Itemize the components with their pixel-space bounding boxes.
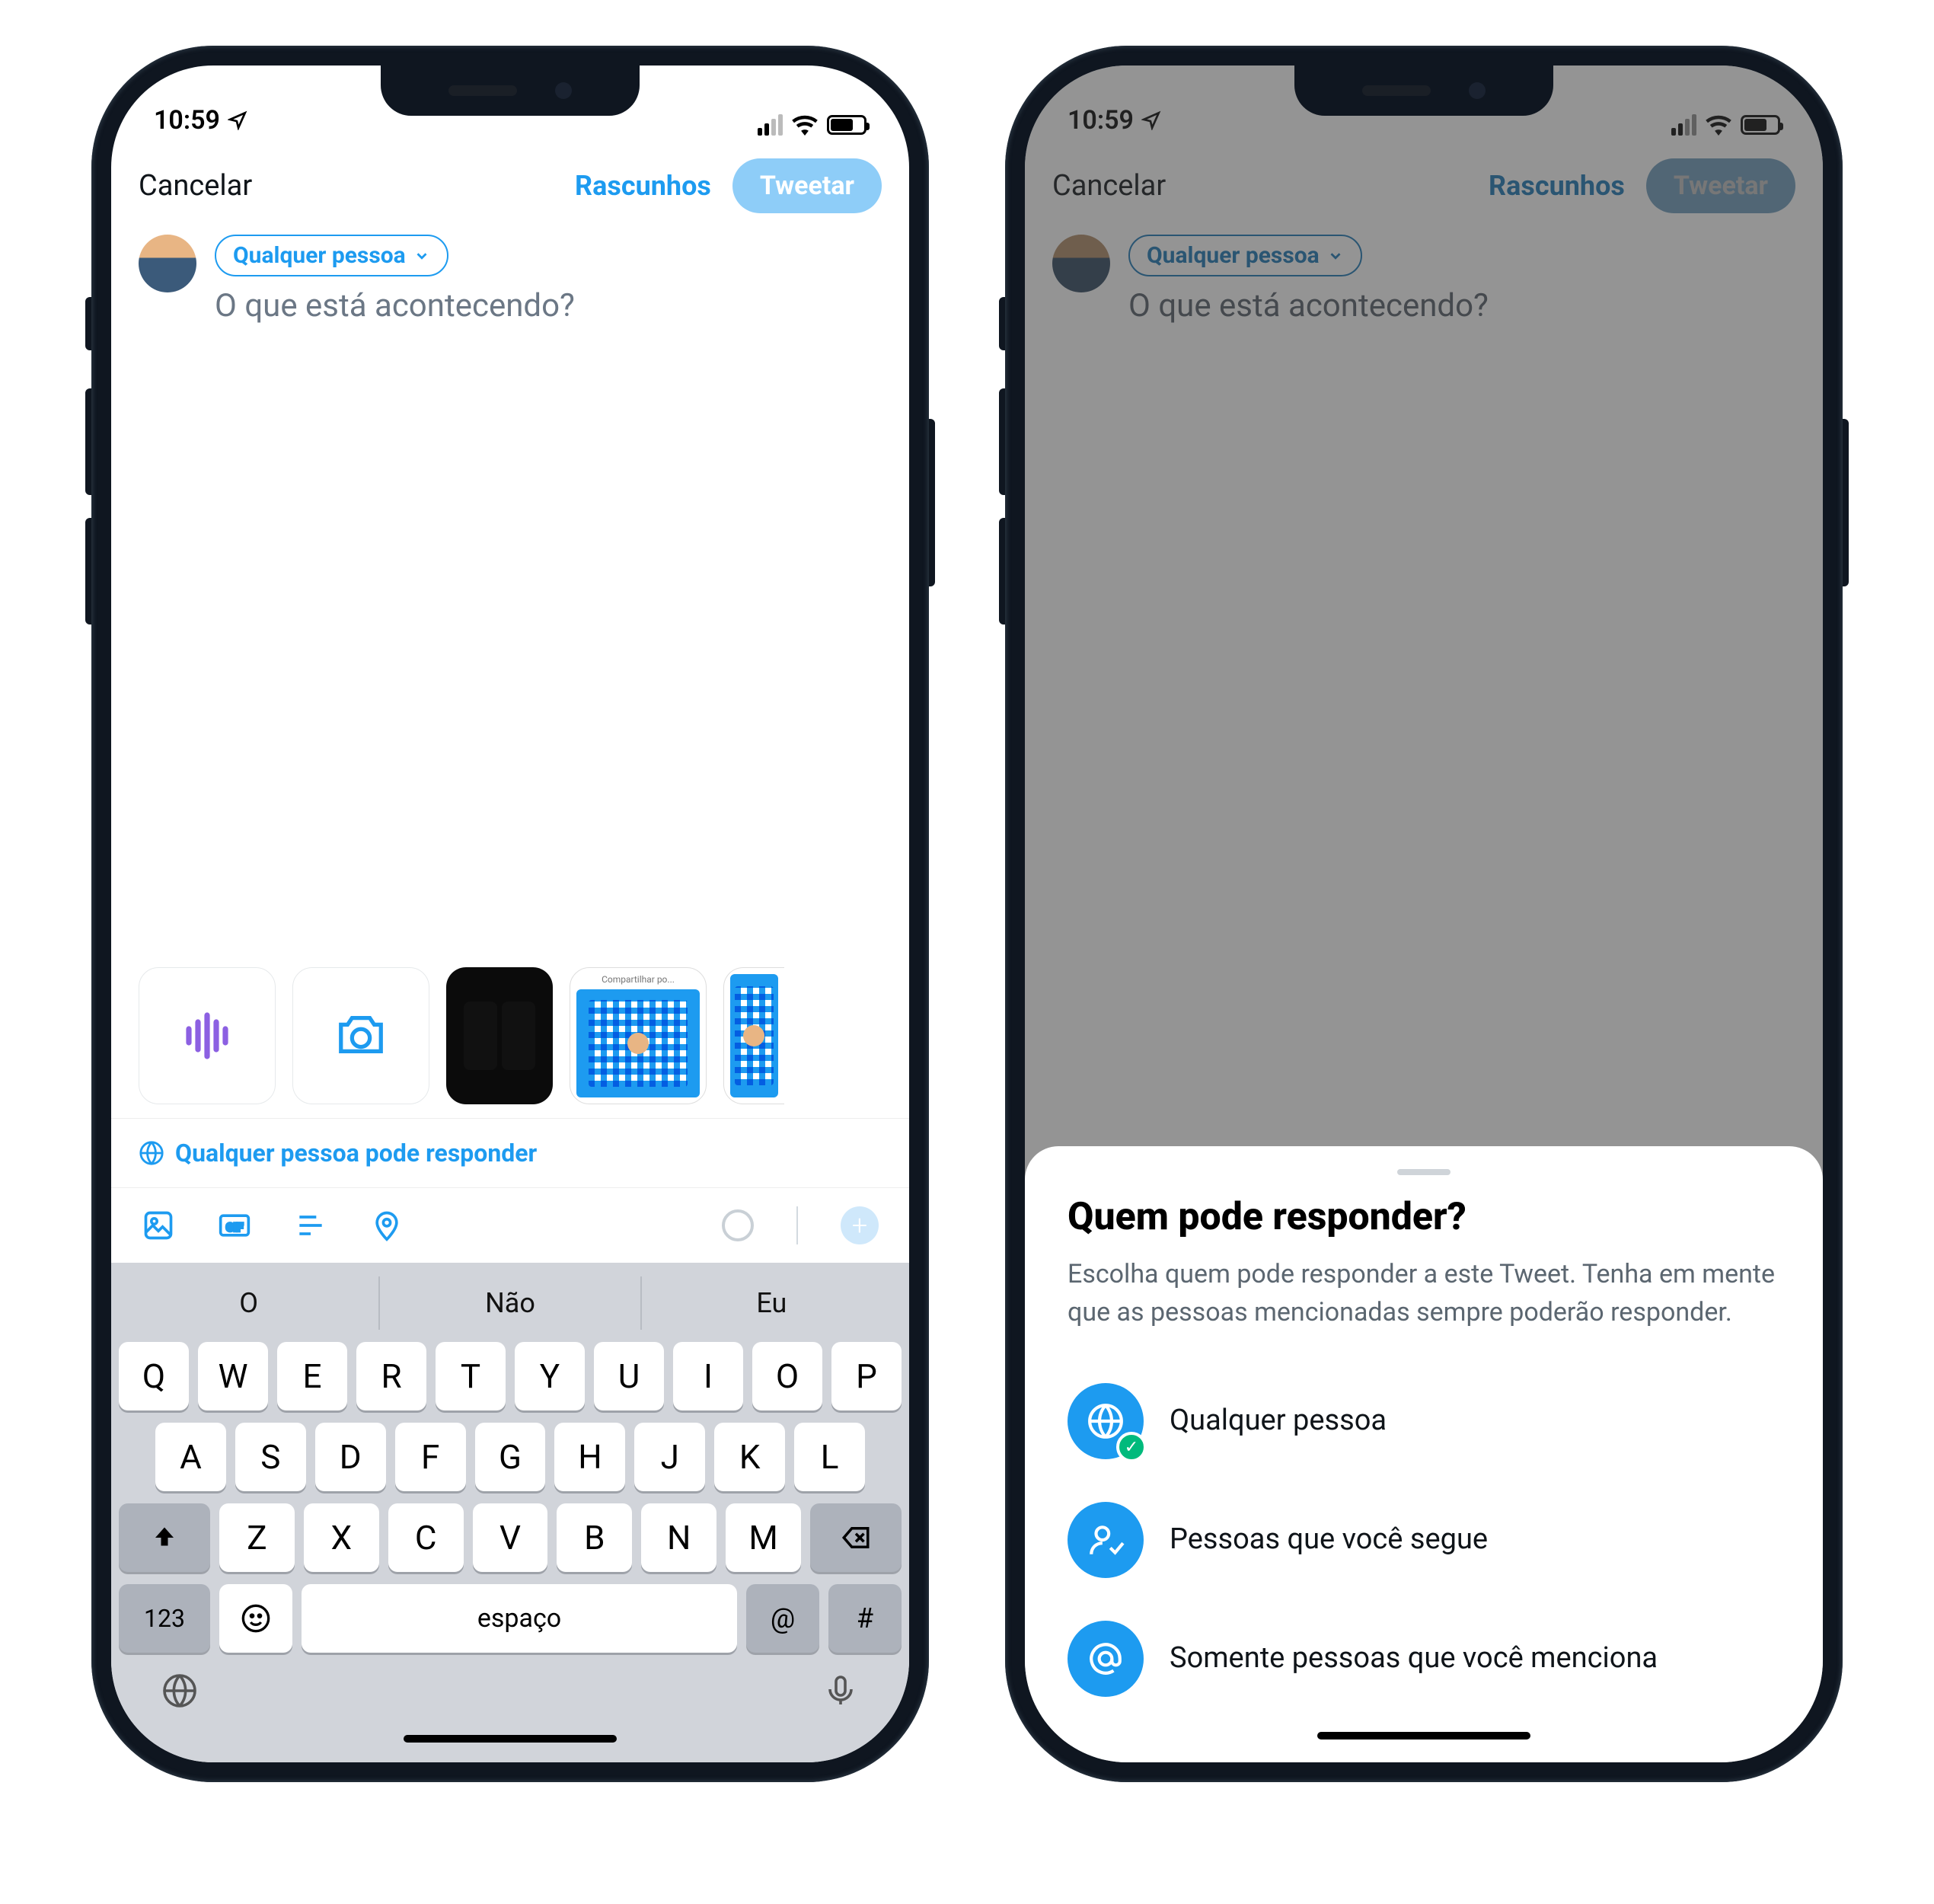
key-s[interactable]: S (235, 1423, 306, 1491)
option-label: Pessoas que você segue (1170, 1521, 1488, 1558)
media-picker: Compartilhar po... (111, 967, 909, 1104)
emoji-key[interactable] (219, 1584, 292, 1653)
at-key[interactable]: @ (746, 1584, 819, 1653)
space-key[interactable]: espaço (302, 1584, 737, 1653)
key-g[interactable]: G (475, 1423, 546, 1491)
wifi-icon (792, 114, 818, 136)
keyboard[interactable]: O Não Eu QWERTYUIOP ASDFGHJKL ZXCVBNM 12… (111, 1263, 909, 1762)
key-l[interactable]: L (794, 1423, 865, 1491)
key-f[interactable]: F (395, 1423, 466, 1491)
avatar[interactable] (139, 235, 196, 292)
key-b[interactable]: B (557, 1503, 632, 1572)
key-y[interactable]: Y (515, 1342, 585, 1410)
reply-option-mentioned[interactable]: Somente pessoas que você menciona (1068, 1599, 1780, 1718)
gif-icon[interactable]: GIF (218, 1209, 251, 1242)
sheet-grabber[interactable] (1397, 1169, 1450, 1175)
numbers-key[interactable]: 123 (119, 1584, 210, 1653)
shift-key[interactable] (119, 1503, 210, 1572)
add-thread-button[interactable]: + (841, 1206, 879, 1244)
dictation-icon[interactable] (822, 1672, 859, 1709)
cancel-button[interactable]: Cancelar (139, 169, 252, 203)
key-w[interactable]: W (198, 1342, 268, 1410)
audience-selector[interactable]: Qualquer pessoa (215, 235, 448, 276)
globe-icon (1087, 1402, 1125, 1440)
compose-toolbar: GIF + (111, 1188, 909, 1263)
backspace-key[interactable] (810, 1503, 902, 1572)
key-q[interactable]: Q (119, 1342, 189, 1410)
key-p[interactable]: P (831, 1342, 902, 1410)
option-label: Qualquer pessoa (1170, 1402, 1387, 1439)
camera-button[interactable] (292, 967, 429, 1104)
drafts-button[interactable]: Rascunhos (575, 170, 711, 202)
key-x[interactable]: X (304, 1503, 379, 1572)
keyboard-suggestions: O Não Eu (119, 1276, 902, 1330)
notch (381, 65, 640, 116)
location-icon (228, 110, 247, 130)
home-indicator[interactable] (1317, 1732, 1530, 1739)
key-k[interactable]: K (714, 1423, 785, 1491)
key-v[interactable]: V (473, 1503, 548, 1572)
globe-keyboard-icon[interactable] (161, 1672, 198, 1709)
key-c[interactable]: C (388, 1503, 464, 1572)
globe-icon (139, 1140, 164, 1166)
phone-right: 10:59 Cancelar Rascunhos Tweetar Qualque… (1005, 46, 1843, 1782)
svg-text:GIF: GIF (226, 1220, 243, 1234)
key-r[interactable]: R (356, 1342, 426, 1410)
key-z[interactable]: Z (219, 1503, 295, 1572)
chevron-down-icon (413, 248, 430, 264)
phone-left: 10:59 Cancelar Rascunhos Tweetar Qualque… (91, 46, 929, 1782)
key-d[interactable]: D (315, 1423, 386, 1491)
suggestion[interactable]: Eu (640, 1276, 902, 1330)
composer: Qualquer pessoa O que está acontecendo? (111, 235, 909, 324)
compose-navbar: Cancelar Rascunhos Tweetar (111, 142, 909, 235)
check-icon: ✓ (1116, 1432, 1147, 1462)
reply-settings-label: Qualquer pessoa pode responder (175, 1139, 537, 1168)
key-o[interactable]: O (752, 1342, 822, 1410)
sheet-description: Escolha quem pode responder a este Tweet… (1068, 1256, 1780, 1331)
home-indicator[interactable] (404, 1735, 617, 1743)
cellular-icon (758, 114, 783, 136)
key-j[interactable]: J (634, 1423, 705, 1491)
key-e[interactable]: E (277, 1342, 347, 1410)
key-m[interactable]: M (726, 1503, 801, 1572)
poll-icon[interactable] (294, 1209, 327, 1242)
compose-input[interactable]: O que está acontecendo? (215, 287, 575, 324)
option-label: Somente pessoas que você menciona (1170, 1640, 1658, 1677)
person-check-icon (1087, 1521, 1125, 1559)
char-count-icon (722, 1209, 754, 1241)
reply-settings-button[interactable]: Qualquer pessoa pode responder (111, 1118, 909, 1188)
recent-media-thumbnail[interactable]: Compartilhar po... (570, 967, 707, 1104)
audience-label: Qualquer pessoa (233, 242, 406, 269)
status-time: 10:59 (154, 105, 220, 136)
location-pin-icon[interactable] (370, 1209, 404, 1242)
battery-icon (827, 115, 866, 135)
key-n[interactable]: N (641, 1503, 716, 1572)
voice-tweet-button[interactable] (139, 967, 276, 1104)
reply-option-following[interactable]: Pessoas que você segue (1068, 1481, 1780, 1599)
tweet-button[interactable]: Tweetar (732, 158, 882, 213)
key-i[interactable]: I (673, 1342, 743, 1410)
key-a[interactable]: A (155, 1423, 226, 1491)
recent-media-thumbnail[interactable] (723, 967, 784, 1104)
key-u[interactable]: U (594, 1342, 664, 1410)
sheet-title: Quem pode responder? (1068, 1195, 1780, 1239)
hash-key[interactable]: # (828, 1584, 902, 1653)
image-icon[interactable] (142, 1209, 175, 1242)
at-icon (1087, 1640, 1125, 1678)
suggestion[interactable]: Não (378, 1276, 640, 1330)
suggestion[interactable]: O (119, 1276, 378, 1330)
key-t[interactable]: T (436, 1342, 506, 1410)
recent-media-thumbnail[interactable] (446, 967, 553, 1104)
reply-option-everyone[interactable]: ✓ Qualquer pessoa (1068, 1362, 1780, 1481)
notch (1294, 65, 1553, 116)
key-h[interactable]: H (554, 1423, 625, 1491)
reply-settings-sheet: Quem pode responder? Escolha quem pode r… (1025, 1146, 1823, 1762)
